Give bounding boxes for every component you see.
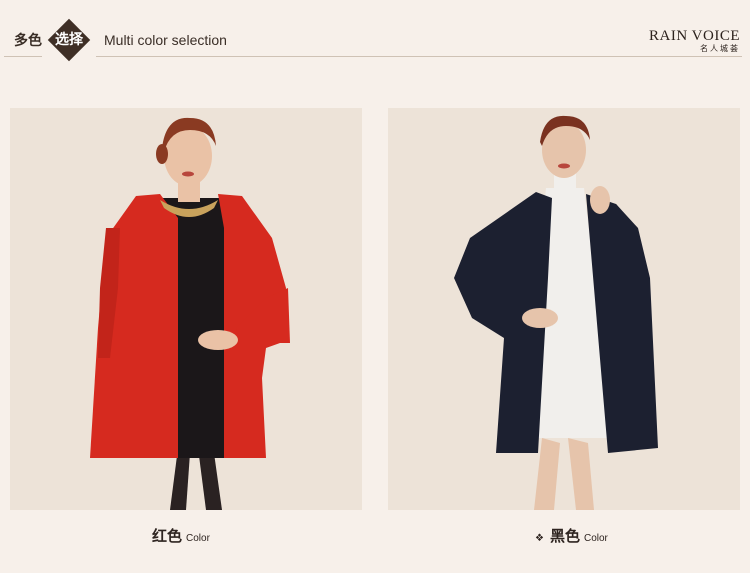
- color-name-cn: 红色: [152, 527, 183, 545]
- color-label-en: Color: [583, 533, 608, 544]
- section-title-en: Multi color selection: [104, 32, 227, 48]
- color-option-black[interactable]: ❖ 黑色 Color: [535, 526, 608, 546]
- color-label-en: Color: [186, 533, 210, 544]
- selected-marker-icon: ❖: [535, 533, 544, 544]
- color-option-red[interactable]: 红色 Color: [152, 526, 210, 546]
- section-header: 多色 选择 Multi color selection RAIN VOICE 名…: [0, 0, 750, 70]
- model-red-illustration: [90, 117, 290, 510]
- brand-logo: RAIN VOICE 名人城荟: [649, 29, 740, 54]
- model-black-illustration: [454, 115, 658, 510]
- section-badge: 选择: [47, 18, 91, 62]
- brand-name: RAIN VOICE: [649, 28, 740, 44]
- product-photo-black[interactable]: [388, 108, 740, 510]
- section-title-cn: 多色: [14, 33, 42, 49]
- product-photo-red[interactable]: [10, 108, 362, 510]
- header-divider-right: [96, 56, 742, 57]
- brand-subtitle: 名人城荟: [700, 44, 740, 53]
- header-divider-left: [4, 56, 42, 57]
- color-name-cn: 黑色: [549, 527, 580, 545]
- section-badge-label: 选择: [55, 32, 83, 48]
